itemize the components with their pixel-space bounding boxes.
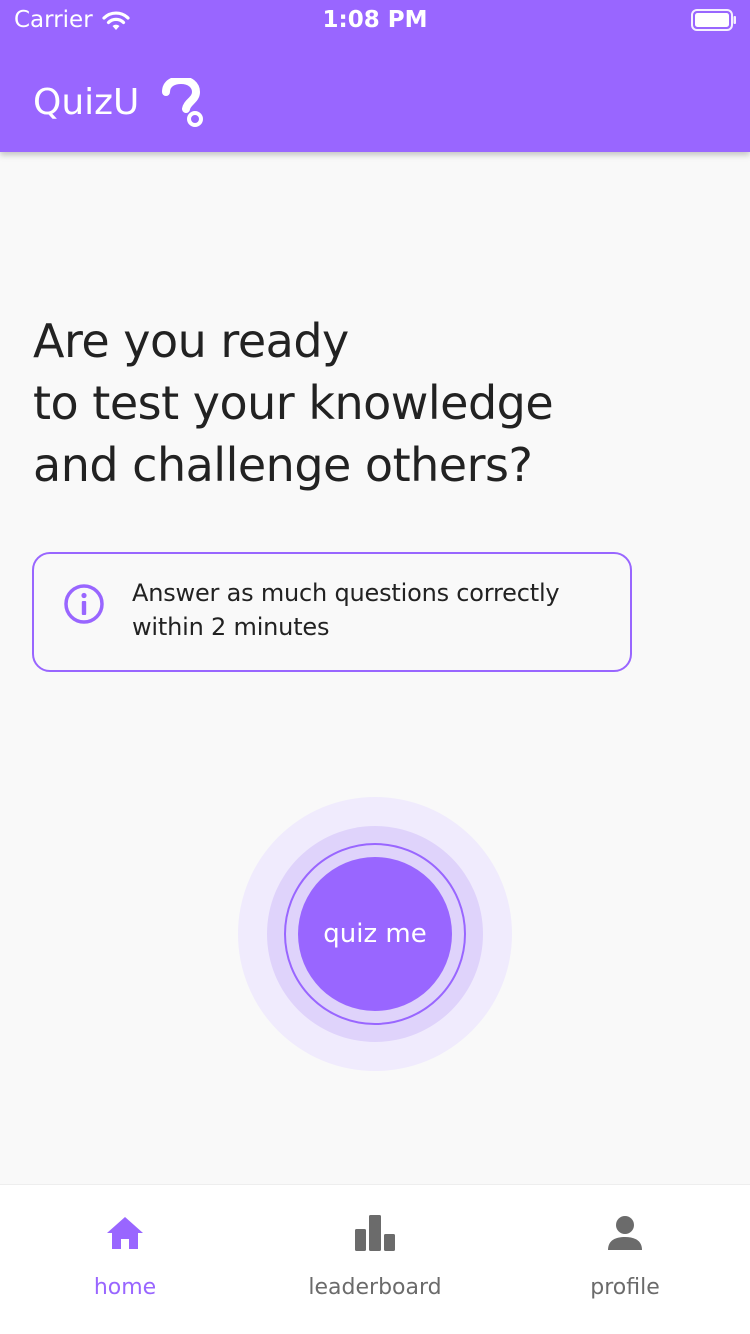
info-line: within 2 minutes (132, 613, 330, 641)
nav-item-home[interactable]: home (0, 1185, 250, 1334)
app-title: QuizU (33, 82, 140, 123)
info-box: Answer as much questions correctly withi… (32, 552, 632, 672)
battery-icon (691, 9, 736, 31)
clock: 1:08 PM (322, 7, 428, 33)
nav-item-profile[interactable]: profile (500, 1185, 750, 1334)
info-icon (64, 584, 104, 624)
headline: Are you ready to test your knowledge and… (33, 310, 723, 496)
nav-label-leaderboard: leaderboard (308, 1275, 442, 1300)
nav-label-profile: profile (590, 1275, 660, 1300)
headline-line: and challenge others? (33, 438, 533, 492)
info-line: Answer as much questions correctly (132, 579, 560, 607)
quiz-me-button[interactable]: quiz me (298, 857, 452, 1011)
info-text: Answer as much questions correctly withi… (132, 576, 612, 644)
status-bar: Carrier 1:08 PM (0, 0, 750, 40)
app-screen: Carrier 1:08 PM QuizU Are you ready to t… (0, 0, 750, 1334)
person-icon (608, 1216, 642, 1250)
quiz-me-label: quiz me (323, 919, 427, 949)
bottom-navigation: home leaderboard profile (0, 1184, 750, 1334)
top-bar: Carrier 1:08 PM QuizU (0, 0, 750, 152)
bar-chart-icon (355, 1215, 395, 1251)
nav-item-leaderboard[interactable]: leaderboard (250, 1185, 500, 1334)
question-mark-icon (162, 78, 203, 127)
headline-line: Are you ready (33, 314, 349, 368)
home-icon (107, 1217, 143, 1249)
headline-line: to test your knowledge (33, 376, 554, 430)
nav-label-home: home (93, 1275, 157, 1300)
